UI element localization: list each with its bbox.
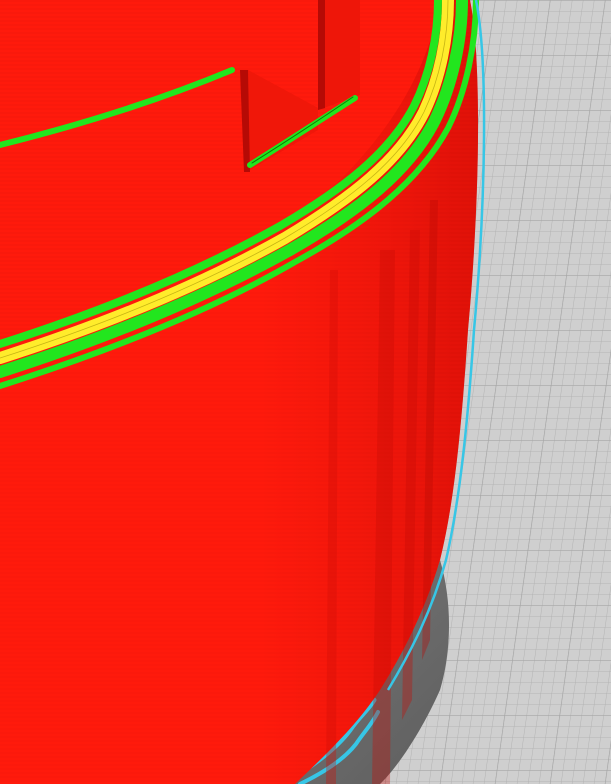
3d-print-preview-viewport[interactable]: [0, 0, 611, 784]
layer-preview-scene[interactable]: [0, 0, 611, 784]
